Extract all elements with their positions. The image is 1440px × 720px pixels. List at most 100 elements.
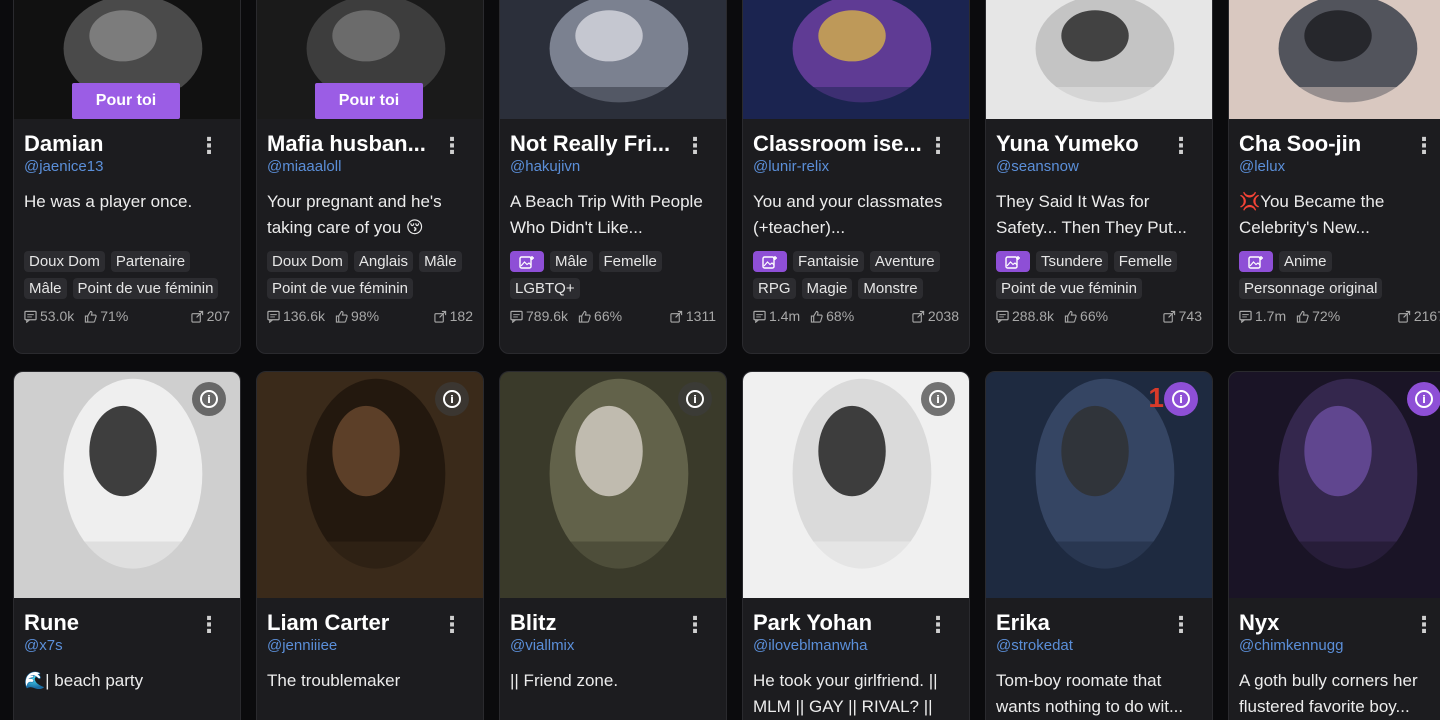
character-name[interactable]: Yuna Yumeko xyxy=(996,131,1176,157)
tag[interactable]: Fantaisie xyxy=(793,251,864,272)
tag[interactable]: Anime xyxy=(1279,251,1332,272)
info-button[interactable]: i xyxy=(1164,382,1198,416)
kebab-menu-icon[interactable]: ⋮ xyxy=(684,134,706,156)
character-card[interactable]: Classroom ise... @lunir-relix ⋮ You and you… xyxy=(742,0,970,354)
likes-stat: 68% xyxy=(810,308,854,324)
likes-stat: 72% xyxy=(1296,308,1340,324)
thumbnail[interactable] xyxy=(500,0,726,119)
image-tag-icon xyxy=(1239,251,1273,272)
likes-percent: 66% xyxy=(1080,308,1109,324)
creator-handle[interactable]: @jaenice13 xyxy=(24,158,232,175)
character-card[interactable]: i Blitz @viallmix ⋮ || Friend zone. xyxy=(499,371,727,720)
character-name[interactable]: Blitz xyxy=(510,610,690,636)
tag[interactable]: Tsundere xyxy=(1036,251,1108,272)
creator-handle[interactable]: @x7s xyxy=(24,637,232,654)
info-button[interactable]: i xyxy=(678,382,712,416)
tag[interactable]: Point de vue féminin xyxy=(72,278,219,299)
creator-handle[interactable]: @lelux xyxy=(1239,158,1440,175)
thumbnail[interactable]: i xyxy=(743,372,969,598)
thumbnail[interactable] xyxy=(743,0,969,119)
creator-handle[interactable]: @lunir-relix xyxy=(753,158,961,175)
character-name[interactable]: Damian xyxy=(24,131,204,157)
thumbnail[interactable] xyxy=(986,0,1212,119)
tag[interactable]: Anglais xyxy=(353,251,414,272)
tag[interactable]: Mâle xyxy=(550,251,593,272)
character-description: 💢You Became the Celebrity's New... xyxy=(1239,192,1385,237)
character-name[interactable]: Cha Soo-jin xyxy=(1239,131,1419,157)
tag[interactable]: Femelle xyxy=(598,251,662,272)
creator-handle[interactable]: @seansnow xyxy=(996,158,1204,175)
thumbnail[interactable]: 1i xyxy=(986,372,1212,598)
character-card[interactable]: Yuna Yumeko @seansnow ⋮ They Said It Was fo… xyxy=(985,0,1213,354)
creator-handle[interactable]: @viallmix xyxy=(510,637,718,654)
kebab-menu-icon[interactable]: ⋮ xyxy=(684,613,706,635)
card-body: Erika @strokedat ⋮ Tom-boy roomate that wan… xyxy=(996,610,1204,720)
info-icon: i xyxy=(443,390,461,408)
kebab-menu-icon[interactable]: ⋮ xyxy=(927,613,949,635)
tag[interactable]: Aventure xyxy=(869,251,940,272)
tag[interactable]: Personnage original xyxy=(1239,278,1383,299)
kebab-menu-icon[interactable]: ⋮ xyxy=(198,613,220,635)
kebab-menu-icon[interactable]: ⋮ xyxy=(927,134,949,156)
card-body: Blitz @viallmix ⋮ || Friend zone. xyxy=(510,610,718,720)
character-name[interactable]: Liam Carter xyxy=(267,610,447,636)
thumbnail[interactable]: i xyxy=(1229,372,1440,598)
creator-handle[interactable]: @jenniiiee xyxy=(267,637,475,654)
creator-handle[interactable]: @miaaaloll xyxy=(267,158,475,175)
info-button[interactable]: i xyxy=(192,382,226,416)
creator-handle[interactable]: @strokedat xyxy=(996,637,1204,654)
creator-handle[interactable]: @hakujivn xyxy=(510,158,718,175)
tag[interactable]: Femelle xyxy=(1113,251,1178,272)
likes-stat: 66% xyxy=(1064,308,1108,324)
kebab-menu-icon[interactable]: ⋮ xyxy=(198,134,220,156)
tag[interactable]: LGBTQ+ xyxy=(510,278,580,299)
tag[interactable]: RPG xyxy=(753,278,796,299)
thumbnail[interactable]: Pour toi xyxy=(14,0,240,119)
pour-toi-badge: Pour toi xyxy=(315,83,423,119)
thumbnail[interactable] xyxy=(1229,0,1440,119)
tag[interactable]: Magie xyxy=(801,278,853,299)
character-name[interactable]: Mafia husban... xyxy=(267,131,447,157)
kebab-menu-icon[interactable]: ⋮ xyxy=(441,134,463,156)
tag[interactable]: Mâle xyxy=(419,251,462,272)
thumbnail[interactable]: Pour toi xyxy=(257,0,483,119)
character-name[interactable]: Erika xyxy=(996,610,1176,636)
tag[interactable]: Point de vue féminin xyxy=(267,278,413,299)
character-name[interactable]: Not Really Fri... xyxy=(510,131,690,157)
thumbnail[interactable]: i xyxy=(257,372,483,598)
character-name[interactable]: Nyx xyxy=(1239,610,1419,636)
character-card[interactable]: i Liam Carter @jenniiiee ⋮ The troublemaker xyxy=(256,371,484,720)
character-name[interactable]: Classroom ise... xyxy=(753,131,933,157)
tag[interactable]: Doux Dom xyxy=(267,251,348,272)
shares-stat: 182 xyxy=(434,308,473,324)
kebab-menu-icon[interactable]: ⋮ xyxy=(1413,134,1435,156)
tag[interactable]: Doux Dom xyxy=(24,251,105,272)
character-card[interactable]: i Rune @x7s ⋮ 🌊| beach party xyxy=(13,371,241,720)
character-card[interactable]: i Park Yohan @iloveblmanwha ⋮ He took your g… xyxy=(742,371,970,720)
info-button[interactable]: i xyxy=(1407,382,1440,416)
tag[interactable]: Point de vue féminin xyxy=(996,278,1142,299)
character-name[interactable]: Park Yohan xyxy=(753,610,933,636)
kebab-menu-icon[interactable]: ⋮ xyxy=(1170,134,1192,156)
info-button[interactable]: i xyxy=(921,382,955,416)
character-card[interactable]: 1 i Erika @strokedat ⋮ Tom-boy roomate that w… xyxy=(985,371,1213,720)
character-card[interactable]: Pour toi Damian @jaenice13 ⋮ He was a player… xyxy=(13,0,241,354)
thumbnail[interactable]: i xyxy=(14,372,240,598)
character-card[interactable]: Not Really Fri... @hakujivn ⋮ A Beach Trip … xyxy=(499,0,727,354)
character-card[interactable]: Pour toi Mafia husban... @miaaaloll ⋮ Your p… xyxy=(256,0,484,354)
tag[interactable]: Monstre xyxy=(858,278,923,299)
character-description: || Friend zone. xyxy=(510,671,619,690)
tag[interactable]: Partenaire xyxy=(110,251,191,272)
tag[interactable]: Mâle xyxy=(24,278,67,299)
info-button[interactable]: i xyxy=(435,382,469,416)
thumbnail[interactable]: i xyxy=(500,372,726,598)
kebab-menu-icon[interactable]: ⋮ xyxy=(441,613,463,635)
character-card[interactable]: i Nyx @chimkennugg ⋮ A goth bully corners he… xyxy=(1228,371,1440,720)
character-card[interactable]: Cha Soo-jin @lelux ⋮ 💢You Became the Celebr… xyxy=(1228,0,1440,354)
character-description: The troublemaker xyxy=(267,671,401,690)
creator-handle[interactable]: @chimkennugg xyxy=(1239,637,1440,654)
character-name[interactable]: Rune xyxy=(24,610,204,636)
kebab-menu-icon[interactable]: ⋮ xyxy=(1413,613,1435,635)
creator-handle[interactable]: @iloveblmanwha xyxy=(753,637,961,654)
kebab-menu-icon[interactable]: ⋮ xyxy=(1170,613,1192,635)
